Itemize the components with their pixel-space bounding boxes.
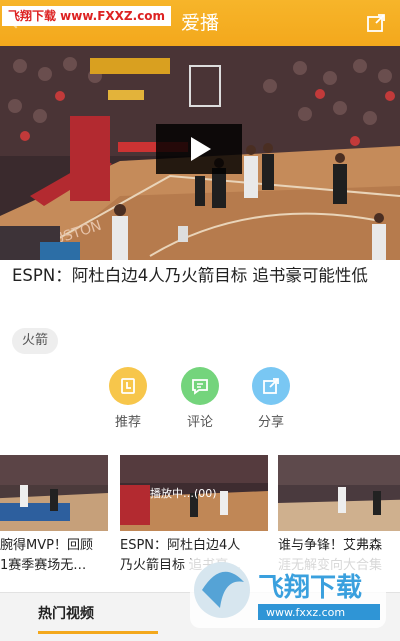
top-bar: 爱播 飞翔下载 www.FXXZ.com [0,0,400,46]
related-thumbnail [278,455,400,531]
active-tab-indicator [38,631,158,634]
now-playing-badge: 播放中…(00) [150,487,217,500]
watermark-banner: 飞翔下载 www.FXXZ.com [2,6,172,26]
comment-icon [181,367,219,405]
svg-text:飞翔下载: 飞翔下载 [258,573,362,603]
article-headline: ESPN：阿杜白边4人乃火箭目标 追书豪可能性低 [12,266,368,285]
share-label: 分享 [257,415,284,430]
site-logo-watermark: 飞翔下载 www.fxxz.com [190,554,386,628]
related-title: 腕得MVP！回顾 1赛季赛场无… [0,538,93,573]
comment-button[interactable]: 评论 [172,367,228,430]
related-card[interactable]: 腕得MVP！回顾 1赛季赛场无… [0,455,108,576]
recommend-label: 推荐 [114,415,141,430]
comment-label: 评论 [186,415,213,430]
share-icon[interactable] [366,13,386,33]
share-button[interactable]: 分享 [243,367,299,430]
share-icon [252,367,290,405]
tab-hot-videos[interactable]: 热门视频 [38,603,94,623]
play-icon [191,137,211,161]
article-tag[interactable]: 火箭 [12,328,59,354]
related-thumbnail [0,455,108,531]
play-button[interactable] [156,124,242,174]
related-thumbnail: 播放中…(00) [120,455,268,531]
video-player[interactable]: HOUSTON [0,46,400,260]
svg-text:www.fxxz.com: www.fxxz.com [266,606,345,619]
recommend-button[interactable]: 推荐 [100,367,156,430]
recommend-icon [109,367,147,405]
